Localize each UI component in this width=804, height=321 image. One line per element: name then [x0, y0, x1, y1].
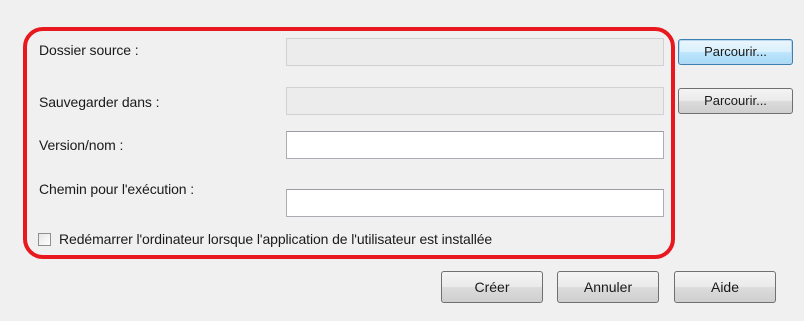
version-name-label: Version/nom :	[39, 137, 124, 153]
cancel-button[interactable]: Annuler	[557, 271, 659, 303]
execution-path-label: Chemin pour l'exécution :	[39, 181, 195, 197]
restart-checkbox-label[interactable]: Redémarrer l'ordinateur lorsque l'applic…	[59, 231, 492, 247]
execution-path-field[interactable]	[286, 189, 664, 217]
create-button[interactable]: Créer	[441, 271, 543, 303]
restart-option-row[interactable]: Redémarrer l'ordinateur lorsque l'applic…	[38, 231, 492, 247]
help-button[interactable]: Aide	[674, 271, 776, 303]
source-folder-label: Dossier source :	[39, 42, 139, 58]
version-name-field[interactable]	[286, 131, 664, 159]
save-in-field[interactable]	[286, 87, 664, 115]
restart-checkbox[interactable]	[38, 232, 51, 246]
save-in-browse-button[interactable]: Parcourir...	[678, 88, 793, 114]
source-folder-browse-button[interactable]: Parcourir...	[678, 39, 793, 65]
save-in-label: Sauvegarder dans :	[39, 94, 160, 110]
create-package-dialog: Dossier source : Parcourir... Sauvegarde…	[0, 0, 804, 321]
source-folder-field[interactable]	[286, 38, 664, 66]
